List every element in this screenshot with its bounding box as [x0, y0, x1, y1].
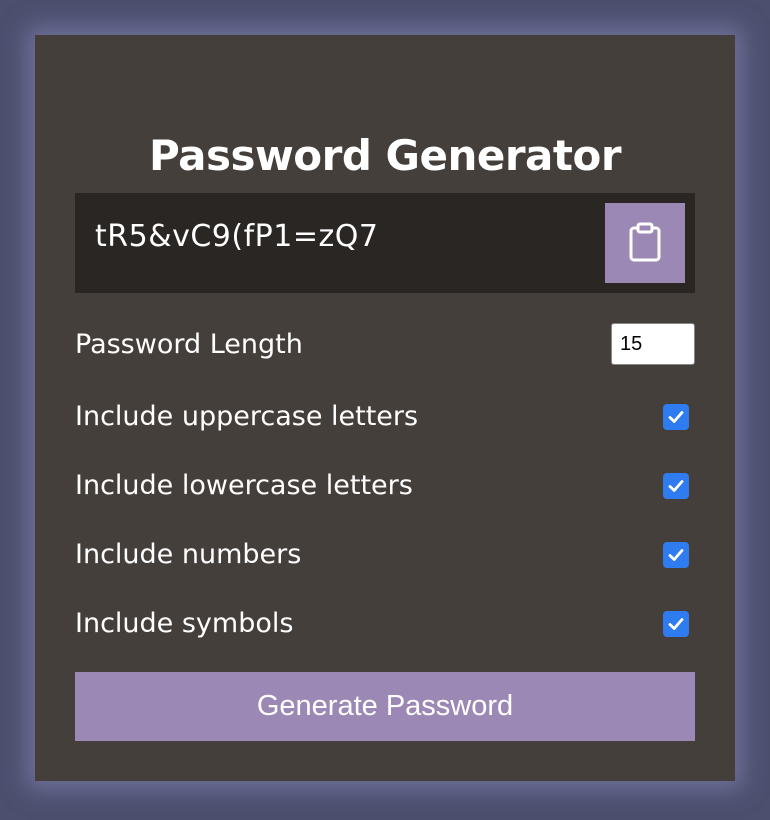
option-numbers-row: Include numbers [75, 533, 695, 573]
option-uppercase-label: Include uppercase letters [75, 401, 419, 432]
password-length-label: Password Length [75, 329, 303, 360]
option-symbols-label: Include symbols [75, 608, 294, 639]
checkmark-icon [668, 549, 684, 561]
checkmark-icon [668, 480, 684, 492]
password-length-input[interactable] [611, 323, 695, 365]
checkmark-icon [668, 618, 684, 630]
option-numbers-label: Include numbers [75, 539, 302, 570]
clipboard-icon [628, 222, 662, 265]
uppercase-checkbox[interactable] [663, 404, 689, 430]
password-generator-card: Password Generator tR5&vC9(fP1=zQ7 Passw… [35, 35, 735, 781]
symbols-checkbox[interactable] [663, 611, 689, 637]
checkmark-icon [668, 411, 684, 423]
option-uppercase-row: Include uppercase letters [75, 395, 695, 435]
copy-to-clipboard-button[interactable] [605, 203, 685, 283]
option-lowercase-label: Include lowercase letters [75, 470, 413, 501]
numbers-checkbox[interactable] [663, 542, 689, 568]
page-title: Password Generator [148, 131, 622, 180]
option-symbols-row: Include symbols [75, 602, 695, 642]
generated-password: tR5&vC9(fP1=zQ7 [95, 219, 379, 254]
password-result-box: tR5&vC9(fP1=zQ7 [75, 193, 695, 293]
option-lowercase-row: Include lowercase letters [75, 464, 695, 504]
lowercase-checkbox[interactable] [663, 473, 689, 499]
password-length-row: Password Length [75, 323, 695, 365]
generate-password-button[interactable]: Generate Password [75, 672, 695, 741]
